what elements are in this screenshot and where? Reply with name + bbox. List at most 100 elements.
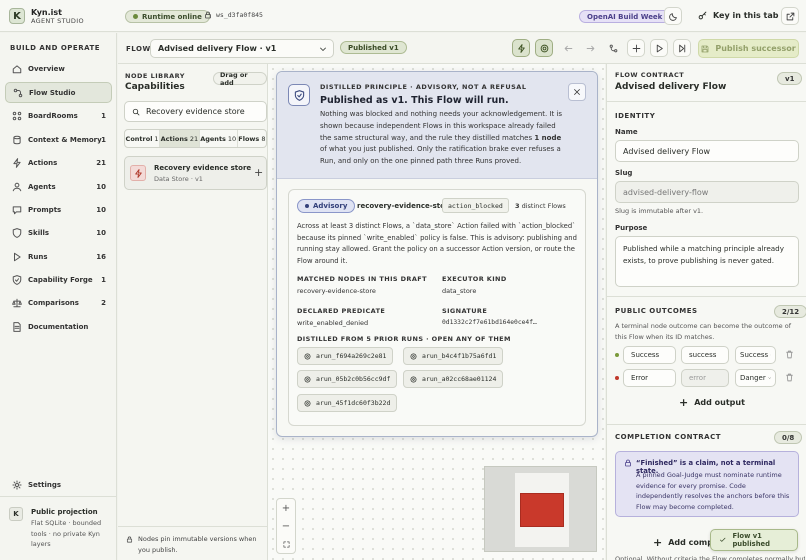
sidebar-item-context-memory[interactable]: Context & Memory 1 bbox=[5, 129, 112, 150]
slug-note: Slug is immutable after v1. bbox=[615, 207, 704, 215]
tab-agents[interactable]: Agents 10 bbox=[198, 130, 237, 147]
flow-select[interactable]: Advised delivery Flow · v1 bbox=[150, 39, 334, 58]
minimap-node bbox=[520, 493, 564, 527]
top-bar: K Kyn.ist AGENT STUDIO Runtime online ws… bbox=[0, 0, 806, 32]
sidebar-item-settings[interactable]: Settings bbox=[5, 474, 112, 495]
capability-meta: Data Store · v1 bbox=[154, 175, 203, 183]
outcome-id-input[interactable]: success bbox=[681, 346, 729, 364]
run-button[interactable] bbox=[650, 39, 668, 57]
zoom-in-button[interactable]: + bbox=[277, 499, 295, 517]
flow-icon bbox=[13, 88, 23, 98]
add-output-button[interactable]: + Add output bbox=[679, 396, 745, 409]
distilled-label: DISTILLED FROM 5 PRIOR RUNS · OPEN ANY O… bbox=[297, 335, 511, 343]
tab-label: Flows bbox=[238, 134, 260, 143]
prior-run-chip[interactable]: arun_45f1dc60f3b22d bbox=[297, 394, 398, 412]
purpose-label: Purpose bbox=[615, 224, 648, 232]
close-icon bbox=[573, 88, 581, 96]
flow-contract-panel: FLOW CONTRACT Advised delivery Flow v1 I… bbox=[606, 64, 806, 560]
bolt-small-icon bbox=[134, 168, 143, 178]
runtime-status-label: Runtime online bbox=[142, 12, 202, 21]
shield-icon bbox=[288, 84, 310, 106]
key-button[interactable]: Key in this tab bbox=[698, 11, 778, 20]
outcome-id-input[interactable]: error bbox=[681, 369, 729, 387]
plus-icon: + bbox=[653, 536, 663, 549]
outcomes-note: A terminal node outcome can become the o… bbox=[615, 322, 792, 341]
sidebar-item-skills[interactable]: Skills 10 bbox=[5, 222, 112, 243]
sidebar-item-boardrooms[interactable]: BoardRooms 1 bbox=[5, 105, 112, 126]
add-node-button[interactable] bbox=[627, 39, 645, 57]
predicate-value: write_enabled_denied bbox=[297, 319, 369, 327]
distinct-label: distinct Flows bbox=[521, 202, 566, 210]
lock-icon bbox=[624, 459, 632, 467]
prior-run-chip[interactable]: arun_f694a269c2e81 bbox=[297, 347, 394, 365]
theme-toggle-button[interactable] bbox=[664, 7, 682, 25]
contract-divider bbox=[607, 101, 806, 102]
tab-label: Agents bbox=[200, 134, 226, 143]
open-external-button[interactable] bbox=[781, 7, 799, 25]
outcome-tone-select[interactable]: Success bbox=[735, 346, 776, 364]
outcome-label-input[interactable]: Success bbox=[623, 346, 676, 364]
sidebar-item-label: Agents bbox=[28, 182, 56, 191]
tab-label: Actions bbox=[160, 134, 188, 143]
purpose-textarea[interactable]: Published while a matching principle alr… bbox=[615, 236, 799, 287]
minimap[interactable] bbox=[484, 466, 597, 552]
sidebar-item-actions[interactable]: Actions 21 bbox=[5, 152, 112, 173]
sidebar-item-prompts[interactable]: Prompts 10 bbox=[5, 199, 112, 220]
executor-kind-value: data_store bbox=[442, 287, 477, 295]
spacer-decoration bbox=[676, 39, 694, 57]
add-capability-button[interactable]: + bbox=[254, 166, 263, 179]
trash-icon[interactable] bbox=[785, 373, 794, 382]
sidebar-item-runs[interactable]: Runs 16 bbox=[5, 246, 112, 267]
sidebar-item-label: Overview bbox=[28, 64, 65, 73]
tab-control[interactable]: Control 1 bbox=[125, 130, 159, 147]
close-button[interactable] bbox=[568, 83, 586, 101]
prior-run-chip[interactable]: arun_05b2c0b56cc9df bbox=[297, 370, 398, 388]
redo-button[interactable] bbox=[581, 39, 599, 57]
sidebar-item-overview[interactable]: Overview bbox=[5, 58, 112, 79]
tab-label: Control bbox=[125, 134, 153, 143]
capability-search-input[interactable]: Recovery evidence store bbox=[124, 101, 267, 122]
outcome-tone-value: Danger bbox=[740, 374, 766, 382]
outcome-tone-select[interactable]: Danger bbox=[735, 369, 776, 387]
principle-dialog: DISTILLED PRINCIPLE · ADVISORY, NOT A RE… bbox=[276, 71, 598, 437]
sidebar-item-flow-studio[interactable]: Flow Studio bbox=[5, 82, 112, 103]
principle-card: Advisory recovery-evidence-store action_… bbox=[288, 189, 586, 426]
contract-title: Advised delivery Flow bbox=[615, 82, 727, 92]
sidebar-item-documentation[interactable]: Documentation bbox=[5, 316, 112, 337]
sidebar-item-label: Documentation bbox=[28, 322, 89, 331]
key-button-label: Key in this tab bbox=[713, 11, 779, 20]
fit-view-button[interactable] bbox=[277, 535, 295, 553]
projection-description: Flat SQLite · bounded tools · no private… bbox=[31, 519, 102, 548]
toast-message: Flow v1 published bbox=[732, 532, 771, 548]
name-input[interactable]: Advised delivery Flow bbox=[615, 140, 799, 162]
bolt-toggle-button[interactable] bbox=[512, 39, 530, 57]
target-toggle-button[interactable] bbox=[535, 39, 553, 57]
trash-icon[interactable] bbox=[785, 350, 794, 359]
sidebar-item-label: Skills bbox=[28, 228, 50, 237]
tab-flows[interactable]: Flows 8 bbox=[236, 130, 266, 147]
capability-result-card[interactable]: Recovery evidence store Data Store · v1 … bbox=[124, 156, 267, 190]
play-icon bbox=[655, 44, 664, 53]
undo-button[interactable] bbox=[559, 39, 577, 57]
prior-run-chip[interactable]: arun_b4c4f1b75a6fd1 bbox=[403, 347, 504, 365]
predicate-label: DECLARED PREDICATE bbox=[297, 307, 386, 315]
app-logo: K bbox=[9, 8, 25, 24]
prior-run-chip[interactable]: arun_a02cc68ae01124 bbox=[403, 370, 504, 388]
sidebar-item-agents[interactable]: Agents 10 bbox=[5, 176, 112, 197]
sidebar-item-comparisons[interactable]: Comparisons 2 bbox=[5, 292, 112, 313]
projection-title: Public projection bbox=[31, 508, 98, 516]
publish-successor-button[interactable]: Publish successor bbox=[698, 39, 799, 58]
sidebar-item-label: BoardRooms bbox=[28, 111, 78, 120]
branch-button[interactable] bbox=[604, 39, 622, 57]
completion-count: 0/8 bbox=[774, 431, 803, 444]
flow-toolbar: FLOW Advised delivery Flow · v1 Publishe… bbox=[118, 33, 806, 64]
outcome-label-input[interactable]: Error bbox=[623, 369, 676, 387]
zoom-out-button[interactable]: − bbox=[277, 517, 295, 535]
executor-kind-label: EXECUTOR KIND bbox=[442, 275, 507, 283]
contract-version-badge: v1 bbox=[777, 72, 803, 85]
slug-input[interactable]: advised-delivery-flow bbox=[615, 181, 799, 203]
workspace-id: ws_d3fa0f845 bbox=[204, 11, 263, 19]
matched-nodes-value: recovery-evidence-store bbox=[297, 287, 376, 295]
sidebar-item-capability-forge[interactable]: Capability Forge 1 bbox=[5, 269, 112, 290]
tab-actions[interactable]: Actions 21 bbox=[159, 130, 199, 147]
